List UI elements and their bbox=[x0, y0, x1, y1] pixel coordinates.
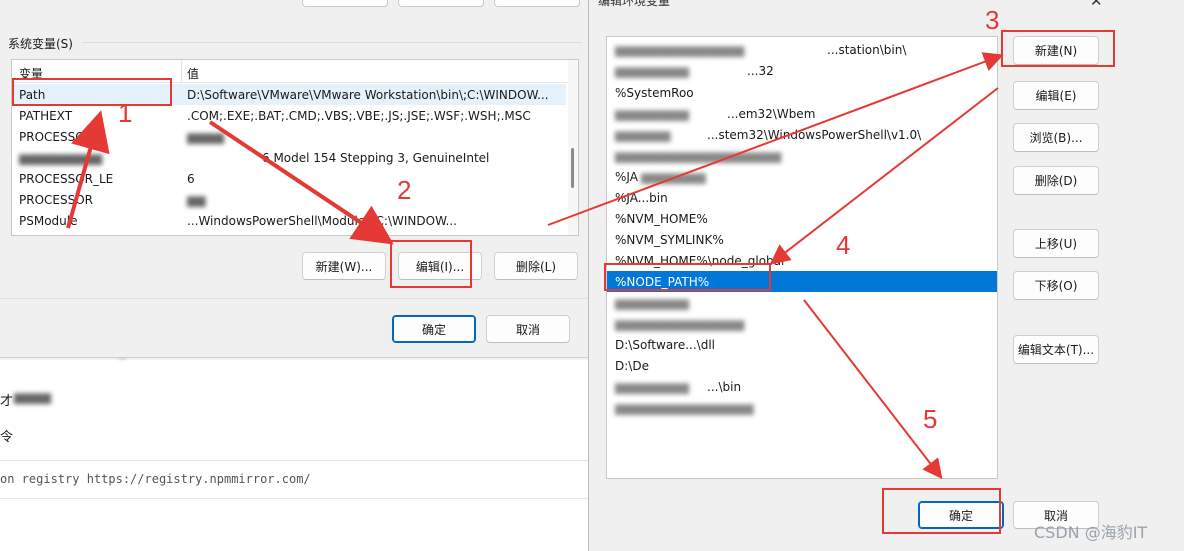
annotation-arrows bbox=[66, 52, 1004, 480]
step-number-2: 2 bbox=[397, 175, 412, 205]
step-number-3: 3 bbox=[985, 5, 1000, 35]
step-number-4: 4 bbox=[836, 230, 851, 260]
arrow-1 bbox=[66, 110, 110, 229]
arrow-2 bbox=[208, 120, 394, 245]
arrow-4 bbox=[769, 87, 999, 265]
step-number-5: 5 bbox=[923, 404, 938, 434]
arrow-3 bbox=[547, 52, 1004, 226]
step-number-1: 1 bbox=[118, 98, 133, 128]
arrow-5 bbox=[803, 299, 943, 480]
